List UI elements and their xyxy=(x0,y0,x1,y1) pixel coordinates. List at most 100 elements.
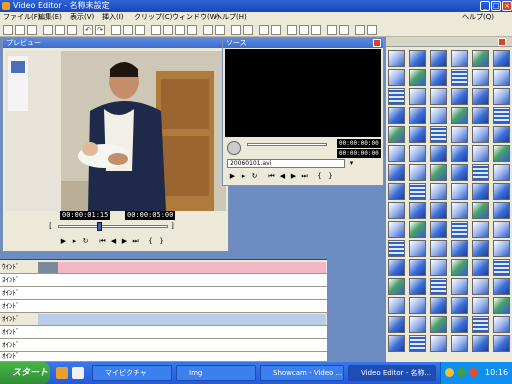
cut-icon[interactable] xyxy=(43,25,53,35)
go-end-icon[interactable]: ⏭ xyxy=(131,237,140,246)
tool-icon-19[interactable] xyxy=(355,25,365,35)
effect-thumbnail[interactable] xyxy=(451,278,468,295)
effect-thumbnail[interactable] xyxy=(472,88,489,105)
close-button[interactable]: × xyxy=(502,1,512,11)
effect-thumbnail[interactable] xyxy=(451,259,468,276)
effect-thumbnail[interactable] xyxy=(388,335,405,352)
help-question[interactable]: ヘルプ(Q) xyxy=(462,12,494,23)
tool-icon-14[interactable] xyxy=(287,25,297,35)
effect-thumbnail[interactable] xyxy=(472,107,489,124)
tool-icon-3[interactable] xyxy=(135,25,145,35)
effect-thumbnail[interactable] xyxy=(430,259,447,276)
effect-thumbnail[interactable] xyxy=(493,316,510,333)
effect-thumbnail[interactable] xyxy=(388,50,405,67)
effect-thumbnail[interactable] xyxy=(409,335,426,352)
effect-thumbnail[interactable] xyxy=(388,88,405,105)
effect-thumbnail[interactable] xyxy=(451,126,468,143)
effect-thumbnail[interactable] xyxy=(451,297,468,314)
effect-thumbnail[interactable] xyxy=(472,202,489,219)
effect-thumbnail[interactable] xyxy=(388,202,405,219)
tool-icon-9[interactable] xyxy=(215,25,225,35)
new-icon[interactable] xyxy=(3,25,13,35)
go-start-icon[interactable]: ⏮ xyxy=(98,237,107,246)
menu-clip[interactable]: クリップ(C) xyxy=(134,12,172,23)
effect-thumbnail[interactable] xyxy=(430,69,447,86)
source-go-end-icon[interactable]: ⏭ xyxy=(300,172,309,181)
effect-thumbnail[interactable] xyxy=(493,88,510,105)
copy-icon[interactable] xyxy=(55,25,65,35)
source-play-range-icon[interactable]: ▸ xyxy=(239,172,248,181)
effect-thumbnail[interactable] xyxy=(493,126,510,143)
effect-thumbnail[interactable] xyxy=(430,278,447,295)
source-loop-icon[interactable]: ↻ xyxy=(250,172,259,181)
effect-thumbnail[interactable] xyxy=(430,126,447,143)
effect-thumbnail[interactable] xyxy=(493,145,510,162)
source-seek-bar[interactable] xyxy=(247,143,327,146)
effect-thumbnail[interactable] xyxy=(388,240,405,257)
loop-icon[interactable]: ↻ xyxy=(81,237,90,246)
effect-thumbnail[interactable] xyxy=(472,126,489,143)
jog-dial[interactable] xyxy=(227,141,241,155)
effect-thumbnail[interactable] xyxy=(493,297,510,314)
effect-thumbnail[interactable] xyxy=(409,278,426,295)
effect-thumbnail[interactable] xyxy=(472,240,489,257)
effect-thumbnail[interactable] xyxy=(388,259,405,276)
tool-icon-12[interactable] xyxy=(259,25,269,35)
effect-thumbnail[interactable] xyxy=(388,164,405,181)
effect-thumbnail[interactable] xyxy=(409,88,426,105)
source-set-in-icon[interactable]: { xyxy=(315,172,324,181)
tray-icon[interactable] xyxy=(445,368,454,377)
effect-thumbnail[interactable] xyxy=(430,107,447,124)
tool-icon-20[interactable] xyxy=(367,25,377,35)
effect-thumbnail[interactable] xyxy=(451,335,468,352)
effect-thumbnail[interactable] xyxy=(493,183,510,200)
effect-thumbnail[interactable] xyxy=(451,50,468,67)
step-forward-icon[interactable]: ▶ xyxy=(120,237,129,246)
effect-thumbnail[interactable] xyxy=(493,335,510,352)
effect-thumbnail[interactable] xyxy=(451,88,468,105)
source-close-button[interactable] xyxy=(373,39,381,47)
effect-thumbnail[interactable] xyxy=(409,297,426,314)
quick-launch-icon[interactable] xyxy=(72,367,84,379)
source-step-forward-icon[interactable]: ▶ xyxy=(289,172,298,181)
play-icon[interactable]: ▶ xyxy=(59,237,68,246)
effect-thumbnail[interactable] xyxy=(388,278,405,295)
menu-edit[interactable]: 編集(E) xyxy=(38,12,62,23)
effect-thumbnail[interactable] xyxy=(472,259,489,276)
taskbar-item[interactable]: Img xyxy=(176,365,256,381)
effect-thumbnail[interactable] xyxy=(409,69,426,86)
set-in-icon[interactable]: { xyxy=(146,237,155,246)
effect-thumbnail[interactable] xyxy=(451,145,468,162)
source-go-start-icon[interactable]: ⏮ xyxy=(267,172,276,181)
tool-icon-15[interactable] xyxy=(299,25,309,35)
effect-thumbnail[interactable] xyxy=(472,164,489,181)
effect-thumbnail[interactable] xyxy=(388,221,405,238)
effect-thumbnail[interactable] xyxy=(430,50,447,67)
effect-thumbnail[interactable] xyxy=(451,107,468,124)
effect-thumbnail[interactable] xyxy=(493,240,510,257)
effect-thumbnail[interactable] xyxy=(451,69,468,86)
effect-thumbnail[interactable] xyxy=(493,259,510,276)
tool-icon-10[interactable] xyxy=(231,25,241,35)
open-icon[interactable] xyxy=(15,25,25,35)
effect-thumbnail[interactable] xyxy=(409,221,426,238)
tool-icon-6[interactable] xyxy=(175,25,185,35)
effect-thumbnail[interactable] xyxy=(493,164,510,181)
menu-window[interactable]: ウィンドウ(W) xyxy=(172,12,219,23)
effect-thumbnail[interactable] xyxy=(472,145,489,162)
effect-thumbnail[interactable] xyxy=(451,316,468,333)
effect-thumbnail[interactable] xyxy=(388,107,405,124)
effect-thumbnail[interactable] xyxy=(388,69,405,86)
tool-icon-2[interactable] xyxy=(123,25,133,35)
minimize-button[interactable]: _ xyxy=(480,1,490,11)
effect-thumbnail[interactable] xyxy=(472,278,489,295)
effect-thumbnail[interactable] xyxy=(493,221,510,238)
effect-thumbnail[interactable] xyxy=(451,202,468,219)
effect-thumbnail[interactable] xyxy=(472,221,489,238)
effect-thumbnail[interactable] xyxy=(409,240,426,257)
effect-thumbnail[interactable] xyxy=(451,164,468,181)
effect-thumbnail[interactable] xyxy=(388,145,405,162)
menu-file[interactable]: ファイル(F) xyxy=(3,12,41,23)
source-step-back-icon[interactable]: ◀ xyxy=(278,172,287,181)
effect-thumbnail[interactable] xyxy=(409,316,426,333)
